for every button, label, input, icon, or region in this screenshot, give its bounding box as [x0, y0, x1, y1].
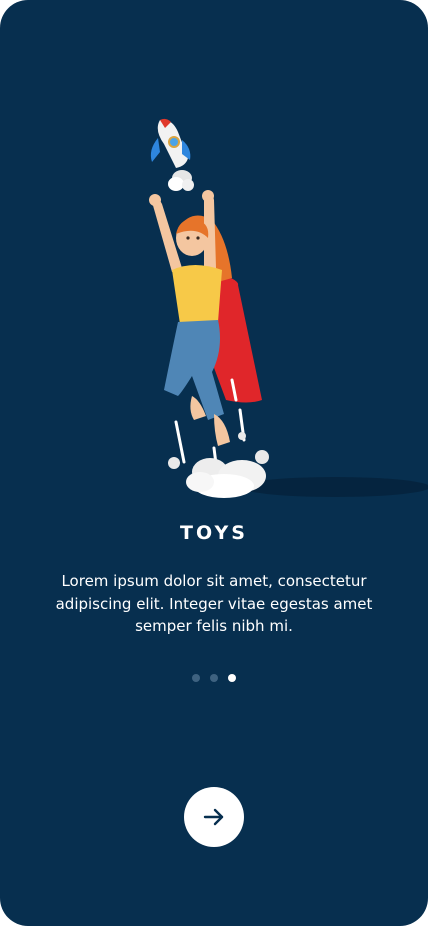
rocket-icon — [150, 118, 194, 191]
onboarding-title: TOYS — [180, 522, 248, 544]
next-button[interactable] — [184, 787, 244, 847]
onboarding-screen: TOYS Lorem ipsum dolor sit amet, consect… — [0, 0, 428, 926]
arrow-right-icon — [203, 808, 224, 826]
page-dot-1[interactable] — [192, 674, 200, 682]
page-dot-3-active[interactable] — [228, 674, 236, 682]
superhero-girl-rocket-illustration — [149, 118, 428, 498]
page-dot-2[interactable] — [210, 674, 218, 682]
page-indicator — [0, 674, 428, 682]
onboarding-description: Lorem ipsum dolor sit amet, consectetur … — [55, 572, 373, 635]
